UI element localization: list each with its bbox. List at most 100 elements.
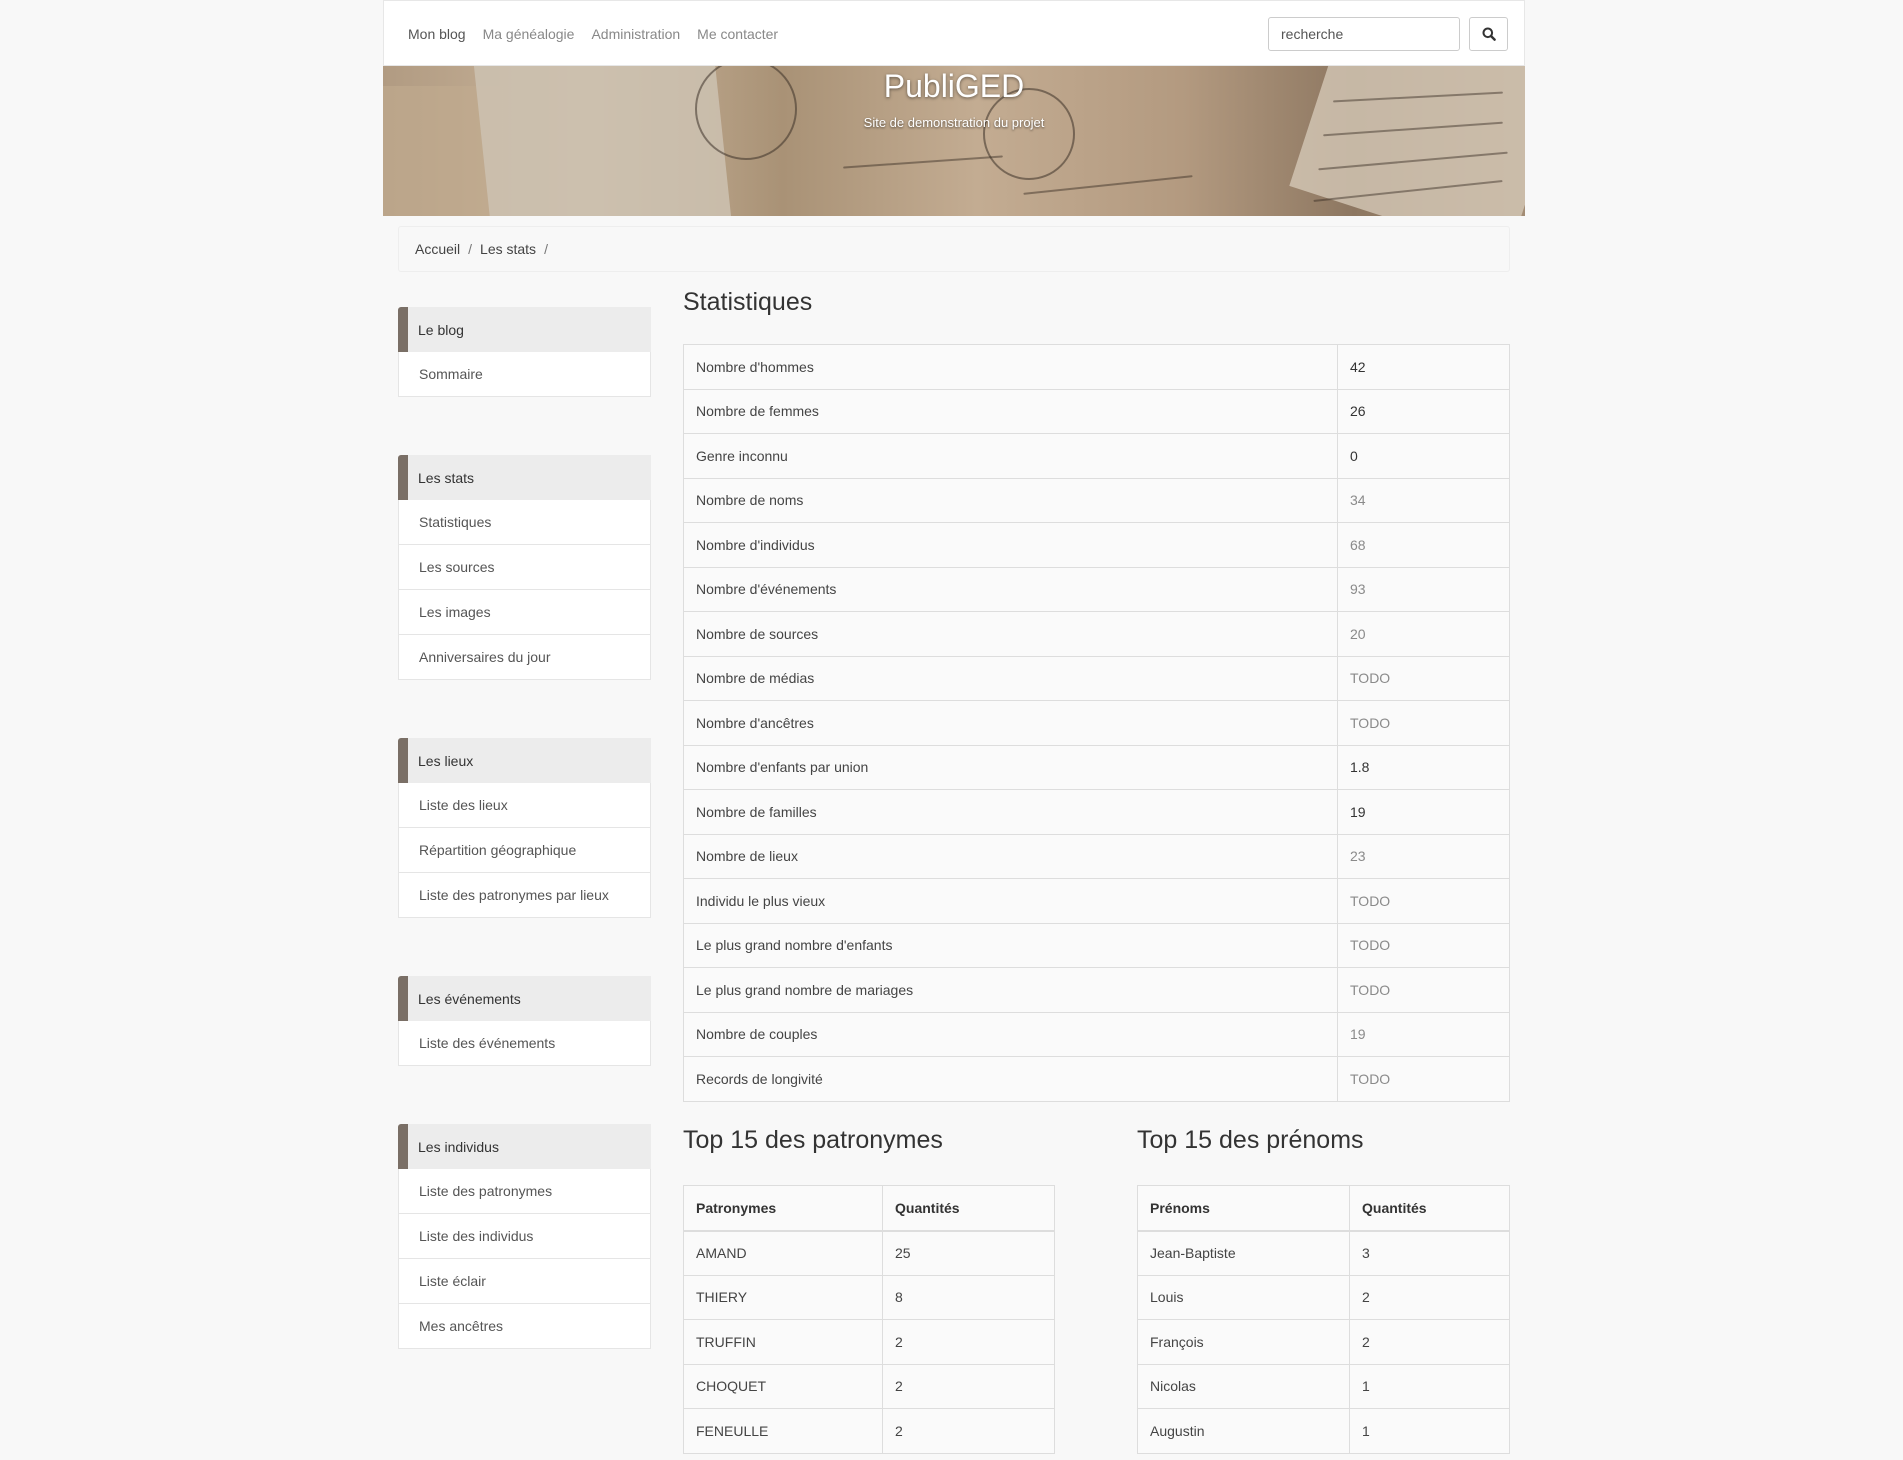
quantity-cell: 2 <box>882 1408 1055 1454</box>
sidebar-item-liste-des-lieux[interactable]: Liste des lieux <box>398 783 651 828</box>
name-cell: Augustin <box>1137 1408 1350 1454</box>
sidebar-item-patronymes-par-lieux[interactable]: Liste des patronymes par lieux <box>398 873 651 918</box>
table-row: Louis 2 <box>1137 1274 1510 1320</box>
quantity-cell: 25 <box>882 1230 1055 1276</box>
name-cell: FENEULLE <box>683 1408 883 1454</box>
name-cell: TRUFFIN <box>683 1319 883 1365</box>
name-cell: Louis <box>1137 1274 1350 1320</box>
sidebar-group-individus: Les individus Liste des patronymes Liste… <box>398 1124 651 1349</box>
stat-label: Nombre de familles <box>683 789 1338 835</box>
name-cell: CHOQUET <box>683 1363 883 1409</box>
table-row: François 2 <box>1137 1319 1510 1365</box>
name-cell: THIERY <box>683 1274 883 1320</box>
sidebar-heading: Les individus <box>398 1124 651 1169</box>
table-row: Nicolas 1 <box>1137 1363 1510 1409</box>
sidebar-group-blog: Le blog Sommaire <box>398 307 651 397</box>
sidebar-item-liste-des-evenements[interactable]: Liste des événements <box>398 1021 651 1066</box>
name-cell: François <box>1137 1319 1350 1365</box>
stat-label: Nombre de noms <box>683 477 1338 523</box>
sidebar-item-liste-des-individus[interactable]: Liste des individus <box>398 1214 651 1259</box>
stat-value: TODO <box>1337 700 1510 746</box>
table-row: Nombre de médias TODO <box>683 655 1510 701</box>
table-row: THIERY 8 <box>683 1274 1055 1320</box>
stat-label: Nombre d'hommes <box>683 344 1338 390</box>
table-row: Nombre d'hommes 42 <box>683 344 1510 390</box>
breadcrumb-separator: / <box>468 241 473 257</box>
stat-value: 20 <box>1337 611 1510 657</box>
quantity-cell: 2 <box>882 1319 1055 1365</box>
sidebar: Le blog Sommaire Les stats Statistiques … <box>398 307 651 1407</box>
sidebar-item-statistiques[interactable]: Statistiques <box>398 500 651 545</box>
column-header: Prénoms <box>1137 1185 1350 1232</box>
sidebar-group-lieux: Les lieux Liste des lieux Répartition gé… <box>398 738 651 918</box>
stat-label: Individu le plus vieux <box>683 878 1338 924</box>
top-firstnames-section: Top 15 des prénoms Prénoms Quantités Jea… <box>1137 1120 1510 1454</box>
quantity-cell: 2 <box>1349 1274 1510 1320</box>
table-row: Nombre de noms 34 <box>683 477 1510 523</box>
stat-label: Records de longivité <box>683 1056 1338 1102</box>
quantity-cell: 8 <box>882 1274 1055 1320</box>
sidebar-item-mes-ancetres[interactable]: Mes ancêtres <box>398 1304 651 1349</box>
sidebar-item-liste-des-patronymes[interactable]: Liste des patronymes <box>398 1169 651 1214</box>
top-surnames-table: Patronymes Quantités AMAND 25 THIERY 8 TRUFF… <box>683 1185 1055 1454</box>
top-navbar: Mon blog Ma généalogie Administration Me… <box>383 0 1525 66</box>
table-row: Jean-Baptiste 3 <box>1137 1230 1510 1276</box>
breadcrumb: Accueil / Les stats / <box>398 226 1510 272</box>
sidebar-item-les-sources[interactable]: Les sources <box>398 545 651 590</box>
sidebar-item-anniversaires[interactable]: Anniversaires du jour <box>398 635 651 680</box>
table-row: Nombre de femmes 26 <box>683 388 1510 434</box>
quantity-cell: 3 <box>1349 1230 1510 1276</box>
top-firstnames-title: Top 15 des prénoms <box>1137 1126 1364 1154</box>
stat-label: Genre inconnu <box>683 433 1338 479</box>
table-row: Le plus grand nombre de mariages TODO <box>683 967 1510 1013</box>
top-firstnames-table: Prénoms Quantités Jean-Baptiste 3 Louis 2 Fr… <box>1137 1185 1510 1454</box>
table-row: Nombre d'événements 93 <box>683 566 1510 612</box>
nav-links: Mon blog Ma généalogie Administration Me… <box>408 1 778 67</box>
sidebar-heading: Les stats <box>398 455 651 500</box>
stat-value: 34 <box>1337 477 1510 523</box>
sidebar-item-les-images[interactable]: Les images <box>398 590 651 635</box>
stat-label: Nombre de couples <box>683 1011 1338 1057</box>
handwriting-decor <box>843 155 1003 169</box>
breadcrumb-accueil[interactable]: Accueil <box>415 241 460 257</box>
stat-value: TODO <box>1337 878 1510 924</box>
stat-value: 68 <box>1337 522 1510 568</box>
stat-label: Nombre de sources <box>683 611 1338 657</box>
sidebar-heading: Le blog <box>398 307 651 352</box>
table-row: Nombre de couples 19 <box>683 1011 1510 1057</box>
handwriting-decor <box>1023 175 1193 195</box>
table-row: AMAND 25 <box>683 1230 1055 1276</box>
table-row: Nombre d'enfants par union 1.8 <box>683 744 1510 790</box>
search-input[interactable] <box>1268 17 1460 51</box>
top-surnames-section: Top 15 des patronymes Patronymes Quantit… <box>683 1120 1055 1454</box>
nav-link-me-contacter[interactable]: Me contacter <box>697 26 778 42</box>
sidebar-item-sommaire[interactable]: Sommaire <box>398 352 651 397</box>
stat-label: Nombre de femmes <box>683 388 1338 434</box>
nav-link-ma-genealogie[interactable]: Ma généalogie <box>483 26 575 42</box>
table-row: Nombre d'ancêtres TODO <box>683 700 1510 746</box>
sidebar-heading: Les événements <box>398 976 651 1021</box>
breadcrumb-les-stats[interactable]: Les stats <box>480 241 536 257</box>
column-header: Patronymes <box>683 1185 883 1232</box>
nav-link-mon-blog[interactable]: Mon blog <box>408 26 466 42</box>
quantity-cell: 2 <box>1349 1319 1510 1365</box>
stat-label: Nombre d'événements <box>683 566 1338 612</box>
stat-value: TODO <box>1337 1056 1510 1102</box>
table-row: Le plus grand nombre d'enfants TODO <box>683 922 1510 968</box>
quantity-cell: 1 <box>1349 1408 1510 1454</box>
nav-link-administration[interactable]: Administration <box>591 26 680 42</box>
table-row: FENEULLE 2 <box>683 1408 1055 1454</box>
stat-label: Nombre de médias <box>683 655 1338 701</box>
stat-value: TODO <box>1337 655 1510 701</box>
sidebar-item-repartition-geographique[interactable]: Répartition géographique <box>398 828 651 873</box>
stat-value: 26 <box>1337 388 1510 434</box>
table-row: Nombre de lieux 23 <box>683 833 1510 879</box>
table-row: Augustin 1 <box>1137 1408 1510 1454</box>
page: Mon blog Ma généalogie Administration Me… <box>383 0 1525 1460</box>
site-subtitle: Site de demonstration du projet <box>863 115 1045 130</box>
stat-value: 19 <box>1337 789 1510 835</box>
table-row: Individu le plus vieux TODO <box>683 878 1510 924</box>
table-row: Nombre de familles 19 <box>683 789 1510 835</box>
search-button[interactable] <box>1469 17 1508 51</box>
sidebar-item-liste-eclair[interactable]: Liste éclair <box>398 1259 651 1304</box>
